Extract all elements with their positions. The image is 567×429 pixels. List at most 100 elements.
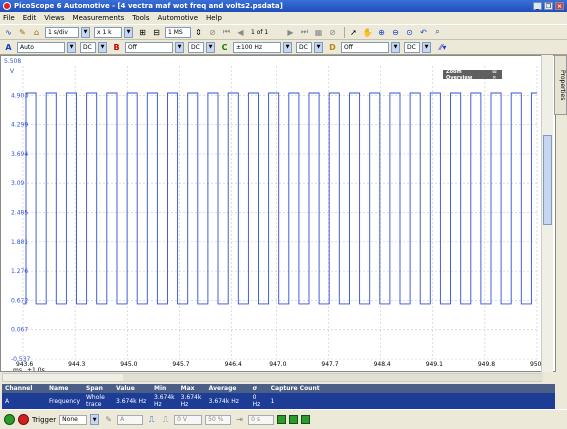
increase-icon[interactable]: ⊞ [137,27,148,38]
restore-button[interactable]: ❐ [544,2,553,10]
pointer-icon[interactable]: ➚ [348,27,359,38]
menu-help[interactable]: Help [206,14,222,22]
channel-d-coupling-dropdown-icon[interactable]: ▼ [422,41,431,53]
menu-automotive[interactable]: Automotive [158,14,199,22]
header-max[interactable]: Max [177,384,206,393]
math-channel-icon[interactable]: ⁄⁄▾ [435,42,451,53]
menu-tools[interactable]: Tools [132,14,149,22]
multiplier-dropdown-icon[interactable]: ▼ [124,26,133,38]
scope-plot[interactable]: 4.9034.2993.6943.092.4851.8811.2760.6720… [1,56,541,371]
channel-b-range-dropdown-icon[interactable]: ▼ [175,41,184,53]
measurement-row[interactable]: A Frequency Whole trace 3.674k Hz 3.674k… [2,393,555,409]
zoom-overview-pin-icon[interactable]: ⊡ ✕ [492,69,502,81]
x-tick-label: 947.0 [269,361,286,368]
home-icon[interactable]: ⌂ [31,27,42,38]
prev-page-icon[interactable]: ◀ [235,27,246,38]
trigger-level-input[interactable]: 0 V [174,414,203,425]
channel-d-coupling-select[interactable]: DC [404,41,420,53]
header-value[interactable]: Value [113,384,151,393]
cell-channel: A [2,393,46,409]
samples-select[interactable]: 1 MS [165,26,191,38]
zoom-overview-panel[interactable]: Zoom Overview ⊡ ✕ [443,69,502,81]
channel-c-coupling-dropdown-icon[interactable]: ▼ [314,41,323,53]
falling-edge-icon[interactable]: ⎍ [160,414,171,425]
trigger-label: Trigger [32,415,57,424]
header-capture-count[interactable]: Capture Count [267,384,555,393]
decrease-icon[interactable]: ⊟ [151,27,162,38]
trigger-percent-input[interactable]: 50 % [205,414,232,425]
wrench-icon[interactable]: ✎ [17,27,28,38]
menu-file[interactable]: File [3,14,15,22]
menu-edit[interactable]: Edit [23,14,37,22]
channel-d-range-select[interactable]: Off [341,41,389,53]
first-page-icon[interactable]: ⏮ [221,27,232,38]
samples-spin-icon[interactable]: ⇕ [193,27,204,38]
channel-c-icon[interactable]: C [219,42,230,53]
multiplier-select[interactable]: x 1 k [94,26,122,38]
minimize-button[interactable]: _ [533,2,542,10]
buffer-icon[interactable]: ▦ [313,27,324,38]
close-button[interactable]: × [555,2,564,10]
last-page-icon[interactable]: ⏭ [299,27,310,38]
trigger-delay-input[interactable]: 0 s [248,414,275,425]
timebase-select[interactable]: 1 s/div [45,26,79,38]
channel-labels-icon[interactable] [301,415,311,424]
start-button-icon[interactable] [4,414,15,425]
notes-icon[interactable] [289,415,299,424]
channel-b-range-select[interactable]: Off [125,41,173,53]
horizontal-scrollbar-thumb[interactable] [123,374,543,381]
menu-views[interactable]: Views [44,14,64,22]
channel-b-coupling-dropdown-icon[interactable]: ▼ [206,41,215,53]
record-icon[interactable]: ⊘ [207,27,218,38]
vertical-scrollbar-thumb[interactable] [543,135,552,225]
trigger-edit-icon[interactable]: ✎ [103,414,114,425]
menu-measurements[interactable]: Measurements [73,14,125,22]
zoom-settings-icon[interactable]: ⌕ [432,27,443,38]
zoom-out-icon[interactable]: ⊖ [390,27,401,38]
menu-bar: File Edit Views Measurements Tools Autom… [0,12,567,24]
properties-tab[interactable]: Properties [554,55,567,115]
header-min[interactable]: Min [151,384,178,393]
channel-a-icon[interactable]: A [3,42,14,53]
stop-button-icon[interactable] [18,414,29,425]
channel-c-range-select[interactable]: ±100 Hz [233,41,281,53]
trigger-mode-select[interactable]: None [59,414,88,425]
stop-sign-icon[interactable]: ⊘ [327,27,338,38]
header-channel[interactable]: Channel [2,384,46,393]
scope-mode-icon[interactable]: ∿ [3,27,14,38]
channel-c-coupling-select[interactable]: DC [296,41,312,53]
header-name[interactable]: Name [46,384,83,393]
zoom-fit-icon[interactable]: ⊙ [404,27,415,38]
channel-a-range-dropdown-icon[interactable]: ▼ [67,41,76,53]
header-sigma[interactable]: σ [249,384,268,393]
cell-average: 3.674k Hz [205,393,250,409]
x-tick-label: 948.4 [374,361,391,368]
channel-a-coupling-select[interactable]: DC [80,41,96,53]
x-unit-label: ms [13,367,22,371]
scope-view[interactable]: 4.903 4.299 3.694 3.09 2.485 1.881 1.276 0.672 0… [0,55,556,372]
y-tick-label: 3.09 [11,180,25,187]
header-span[interactable]: Span [83,384,113,393]
next-page-icon[interactable]: ▶ [285,27,296,38]
undo-zoom-icon[interactable]: ↶ [418,27,429,38]
channel-b-coupling-select[interactable]: DC [188,41,204,53]
channel-b-icon[interactable]: B [111,42,122,53]
channel-d-icon[interactable]: D [327,42,338,53]
horizontal-scrollbar[interactable] [2,373,543,382]
rising-edge-icon[interactable]: ⎍ [146,414,157,425]
delay-icon[interactable]: ⇥ [234,414,245,425]
channel-c-range-dropdown-icon[interactable]: ▼ [283,41,292,53]
trigger-channel-select[interactable]: A [117,414,144,425]
header-average[interactable]: Average [205,384,250,393]
timebase-dropdown-icon[interactable]: ▼ [81,26,90,38]
hand-icon[interactable]: ✋ [362,27,373,38]
channel-d-range-dropdown-icon[interactable]: ▼ [391,41,400,53]
cell-value: 3.674k Hz [113,393,151,409]
zoom-in-icon[interactable]: ⊕ [376,27,387,38]
channel-a-coupling-dropdown-icon[interactable]: ▼ [98,41,107,53]
channel-a-range-select[interactable]: Auto [17,41,65,53]
trigger-mode-dropdown-icon[interactable]: ▼ [90,414,100,425]
ruler-icon[interactable] [277,415,287,424]
cell-min: 3.674k Hz [151,393,178,409]
vertical-scrollbar[interactable] [541,55,553,372]
